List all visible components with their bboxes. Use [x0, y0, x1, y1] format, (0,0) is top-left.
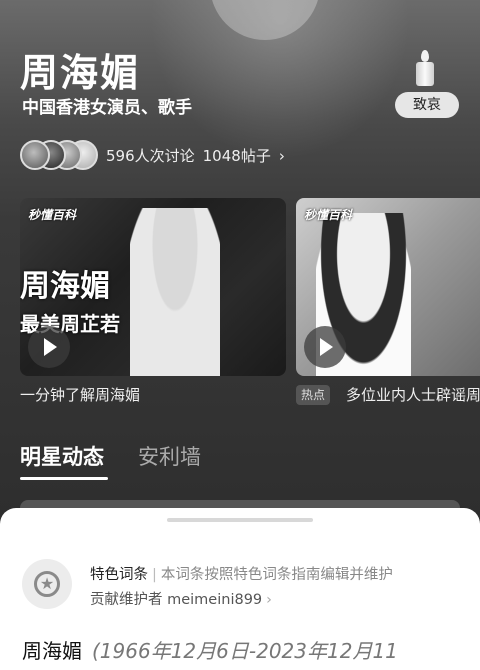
featured-entry-icon: ★: [22, 559, 72, 609]
avatar: [20, 140, 50, 170]
chevron-right-icon: ›: [278, 147, 285, 165]
discussion-stats[interactable]: 596人次讨论 1048帖子 ›: [106, 145, 293, 166]
entry-name: 周海媚: [22, 639, 82, 663]
video-thumbnail: [130, 208, 220, 376]
candle-flame: [421, 50, 429, 62]
person-subtitle: 中国香港女演员、歌手: [22, 98, 192, 118]
video-overlay-title: 周海媚: [20, 269, 110, 304]
participant-avatars[interactable]: [20, 140, 100, 170]
mourn-button[interactable]: 致哀: [395, 92, 459, 118]
featured-entry-line: 特色词条 | 本词条按照特色词条指南编辑并维护: [90, 563, 393, 584]
maintainer-link[interactable]: 贡献维护者 meimeini899 ›: [90, 588, 272, 609]
brand-logo: 秒懂百科: [28, 208, 77, 222]
maintainer-text: 贡献维护者 meimeini899: [90, 592, 263, 608]
candle-body: [416, 62, 434, 86]
separator: |: [152, 567, 157, 583]
chevron-right-icon: ›: [266, 592, 272, 608]
play-icon[interactable]: [28, 326, 70, 368]
entry-lifespan: (1966年12月6日-2023年12月11: [92, 639, 398, 663]
page-title: 周海媚: [20, 51, 141, 95]
brand-logo: 秒懂百科: [304, 208, 353, 222]
post-count: 1048帖子: [202, 147, 271, 165]
discussion-count: 596人次讨论: [106, 147, 195, 165]
video-caption-2[interactable]: 多位业内人士辟谣周: [346, 384, 480, 405]
star-icon: ★: [39, 574, 55, 593]
video-card-1[interactable]: 秒懂百科 周海媚 最美周芷若: [20, 198, 286, 376]
bottom-sheet[interactable]: ★ 特色词条 | 本词条按照特色词条指南编辑并维护 贡献维护者 meimeini89…: [0, 508, 480, 670]
entry-summary: 周海媚 (1966年12月6日-2023年12月11: [22, 635, 398, 664]
active-tab-indicator: [20, 477, 108, 480]
feature-description: 本词条按照特色词条指南编辑并维护: [160, 567, 393, 583]
drag-handle[interactable]: [167, 518, 313, 522]
candle-icon[interactable]: [414, 50, 436, 86]
video-caption-1[interactable]: 一分钟了解周海媚: [20, 384, 140, 405]
feature-tag: 特色词条: [90, 567, 148, 583]
hot-badge: 热点: [296, 385, 331, 405]
tab-recommend-wall[interactable]: 安利墙: [138, 441, 201, 471]
play-icon[interactable]: [304, 326, 346, 368]
video-card-2[interactable]: 秒懂百科: [296, 198, 480, 376]
tab-star-news[interactable]: 明星动态: [20, 441, 104, 471]
